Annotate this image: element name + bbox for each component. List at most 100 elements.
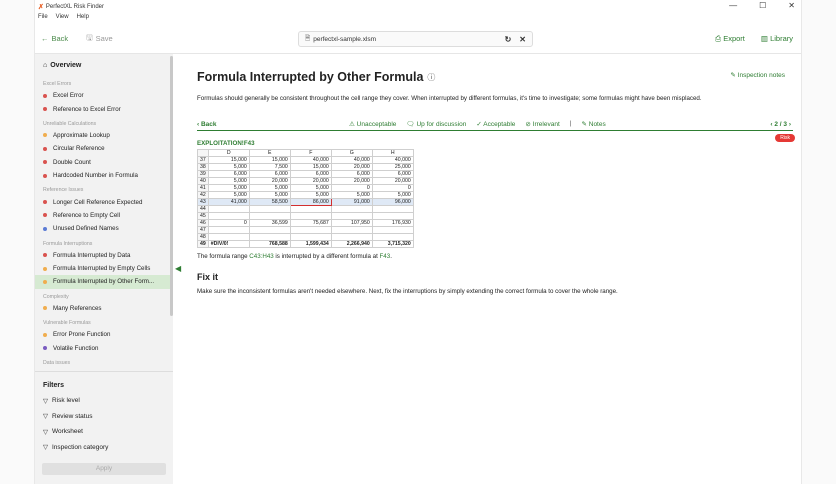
acceptable-button[interactable]: ✓ Acceptable	[476, 120, 515, 128]
minimize-icon[interactable]: —	[729, 1, 737, 10]
sidebar-item-label: Unused Defined Names	[53, 225, 119, 233]
sidebar-item-label: Excel Error	[53, 92, 84, 100]
menu-help[interactable]: Help	[77, 14, 89, 24]
sidebar-item-formula-interrupted-by-data[interactable]: Formula Interrupted by Data	[35, 249, 173, 262]
title-bar: ✗ PerfectXL Risk Finder — ☐ ✕	[35, 0, 801, 14]
table-cell	[371, 205, 414, 213]
back-button[interactable]: ← Back	[41, 34, 68, 43]
table-cell: 75,687	[289, 219, 332, 227]
table-cell: 6,000	[289, 170, 332, 178]
inspection-notes-link[interactable]: ✎ Inspection notes	[730, 71, 785, 79]
block-icon: ⊘	[525, 121, 531, 128]
unacceptable-button[interactable]: ⚠ Unacceptable	[349, 120, 396, 128]
sidebar-category: Data issues	[43, 359, 71, 366]
sidebar-item-label: Formula Interrupted by Data	[53, 251, 131, 259]
fix-title: Fix it	[197, 272, 219, 282]
pager-label: 2 / 3	[774, 120, 788, 128]
sidebar-item-label: Formula Interrupted by Other Form...	[53, 278, 155, 286]
close-file-icon[interactable]: ✕	[519, 35, 526, 44]
table-cell: 2,266,940	[330, 240, 373, 248]
sidebar-item-longer-cell-reference-expected[interactable]: Longer Cell Reference Expected	[35, 195, 173, 208]
back-label: Back	[51, 34, 69, 43]
table-cell: 5,000	[371, 191, 414, 199]
filter-review-status[interactable]: ▽ Review status	[35, 408, 173, 424]
sidebar-item-unused-defined-names[interactable]: Unused Defined Names	[35, 222, 173, 235]
filter-inspection-category[interactable]: ▽ Inspection category	[35, 439, 173, 455]
outer-left-margin	[0, 0, 35, 484]
grid-corner	[197, 149, 209, 157]
row-number: 46	[197, 219, 209, 227]
sidebar-item-formula-interrupted-by-empty-cells[interactable]: Formula Interrupted by Empty Cells	[35, 262, 173, 275]
sidebar-overview[interactable]: ⌂ Overview	[35, 54, 173, 76]
table-cell: 15,000	[289, 163, 332, 171]
table-cell: 0	[330, 184, 373, 192]
collapse-sidebar-icon[interactable]: ◀	[175, 264, 181, 273]
sidebar-item-approximate-lookup[interactable]: Approximate Lookup	[35, 129, 173, 142]
reload-icon[interactable]: ↻	[505, 35, 512, 44]
table-row: 48	[197, 233, 414, 241]
sidebar-item-hardcoded-number-in-formula[interactable]: Hardcoded Number in Formula	[35, 169, 173, 182]
risk-dot-icon	[43, 146, 47, 151]
export-icon: ⎙	[715, 33, 722, 43]
irrelevant-button[interactable]: ⊘ Irrelevant	[525, 120, 559, 128]
sidebar-item-formula-interrupted-by-other-form[interactable]: Formula Interrupted by Other Form...	[35, 275, 173, 289]
outer-right-margin	[801, 0, 836, 484]
filter-worksheet[interactable]: ▽ Worksheet	[35, 424, 173, 440]
inspection-back-button[interactable]: ‹ Back	[197, 121, 217, 128]
filter-risk-level[interactable]: ▽ Risk level	[35, 393, 173, 409]
table-row: 49 #DIV/0! 768,588 1,599,434 2,266,940 3,715,…	[197, 240, 414, 248]
sidebar-item-volatile-function[interactable]: Volatile Function	[35, 341, 173, 354]
risk-dot-icon	[43, 332, 47, 337]
notes-button[interactable]: ✎ Notes	[581, 120, 605, 128]
risk-dot-icon	[43, 279, 47, 284]
save-icon: 🖫	[86, 33, 93, 42]
table-cell: 176,930	[371, 219, 414, 227]
table-cell: 58,500	[248, 198, 291, 206]
sidebar-item-many-references[interactable]: Many References	[35, 302, 173, 315]
risk-dot-icon	[43, 306, 47, 311]
table-cell	[207, 205, 250, 213]
sidebar-item-double-count[interactable]: Double Count	[35, 156, 173, 169]
sidebar-item-reference-to-excel-error[interactable]: Reference to Excel Error	[35, 102, 173, 115]
discussion-button[interactable]: 🗨 Up for discussion	[406, 120, 466, 128]
save-button[interactable]: 🖫 Save	[86, 32, 113, 45]
risk-dot-icon	[43, 173, 47, 178]
sidebar-category: Unreliable Calculations	[43, 120, 97, 127]
maximize-icon[interactable]: ☐	[759, 1, 766, 10]
sidebar-item-label: Many References	[53, 304, 102, 312]
apply-button[interactable]: Apply	[42, 462, 166, 475]
table-cell	[207, 233, 250, 241]
chat-icon: 🗨	[406, 121, 415, 128]
column-header: G	[330, 149, 373, 157]
note-cell: F43	[379, 253, 391, 260]
close-window-icon[interactable]: ✕	[788, 1, 795, 10]
sidebar-item-label: Volatile Function	[53, 344, 99, 352]
sidebar-item-excel-error[interactable]: Excel Error	[35, 89, 173, 102]
sidebar-item-label: Approximate Lookup	[53, 131, 110, 139]
sidebar-scrollbar[interactable]	[170, 56, 173, 316]
sidebar-category: Complexity	[43, 293, 69, 300]
sidebar-item-label: Hardcoded Number in Formula	[53, 172, 138, 180]
table-cell: 96,000	[371, 198, 414, 206]
library-button[interactable]: ▥ Library	[761, 34, 793, 44]
menu-view[interactable]: View	[56, 14, 69, 24]
table-cell	[371, 233, 414, 241]
sidebar-item-reference-to-empty-cell[interactable]: Reference to Empty Cell	[35, 209, 173, 222]
sidebar-item-circular-reference[interactable]: Circular Reference	[35, 142, 173, 155]
export-button[interactable]: ⎙ Export	[715, 34, 745, 44]
table-cell	[330, 205, 373, 213]
table-cell	[330, 233, 373, 241]
menu-file[interactable]: File	[38, 14, 48, 24]
sidebar-groups: Excel Errors Excel Error Reference to Exce…	[35, 76, 173, 368]
row-number: 45	[197, 212, 209, 220]
pager[interactable]: ‹ 2 / 3 ›	[770, 121, 791, 128]
filter-icon: ▽	[43, 444, 48, 452]
filter-label: Review status	[52, 412, 93, 420]
filter-icon: ▽	[43, 397, 48, 405]
table-cell: 91,000	[330, 198, 373, 206]
table-cell: #DIV/0!	[207, 240, 250, 248]
sidebar-item-error-prone-function[interactable]: Error Prone Function	[35, 328, 173, 341]
info-icon[interactable]: ⓘ	[427, 72, 435, 83]
table-row: 41 5,000 5,000 5,000 0 0	[197, 184, 414, 192]
sidebar-category: Reference Issues	[43, 187, 84, 194]
